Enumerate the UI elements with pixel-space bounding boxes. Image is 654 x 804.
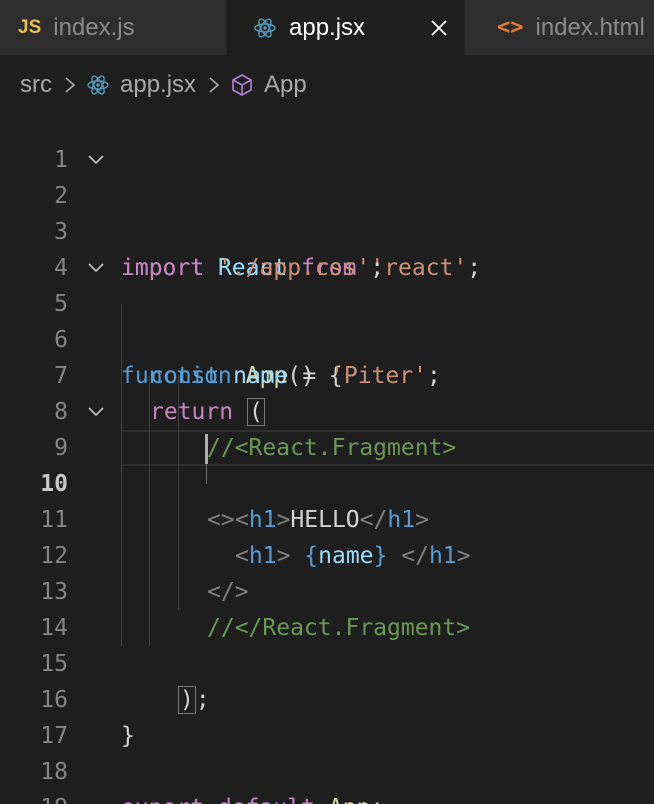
- code-line: 11 <h1> {name} </h1>: [0, 466, 654, 569]
- code-line: 3 import './app.css';: [0, 178, 654, 281]
- function-name: App: [329, 795, 371, 804]
- keyword: default: [218, 795, 315, 804]
- code-line: 19: [0, 754, 654, 804]
- code-line: 15 );: [0, 610, 654, 714]
- code-line: 12 </>: [0, 502, 654, 605]
- chevron-right-icon: [208, 76, 220, 94]
- tab-index-html[interactable]: <> index.html: [465, 0, 654, 55]
- code-line: 1: [0, 106, 654, 173]
- code-line: 5 function App() {: [0, 250, 654, 389]
- fold-chevron-icon[interactable]: [86, 260, 106, 276]
- fold-chevron-icon[interactable]: [86, 152, 106, 168]
- code-line: 17: [0, 682, 654, 749]
- react-icon: [86, 73, 110, 97]
- code-line: 4: [0, 214, 654, 281]
- breadcrumb-symbol[interactable]: App: [264, 71, 307, 99]
- code-editor[interactable]: 1 2 import React from 'react'; 3 import …: [0, 106, 654, 804]
- code-line: 9 <>: [0, 394, 654, 533]
- javascript-file-icon: JS: [18, 16, 42, 38]
- line-number: 19: [0, 790, 68, 804]
- code-line: 6 const name = 'Piter';: [0, 286, 654, 389]
- react-icon: [253, 16, 277, 40]
- tab-label: app.jsx: [289, 13, 366, 41]
- code-line: 10 <h1>HELLO</h1>: [0, 430, 654, 533]
- code-line: 16 }: [0, 646, 654, 749]
- code-line: 14: [0, 574, 654, 641]
- html-file-icon: <>: [497, 15, 524, 40]
- breadcrumb-folder[interactable]: src: [20, 71, 52, 99]
- tab-index-js[interactable]: JS index.js: [0, 0, 227, 55]
- chevron-right-icon: [64, 76, 76, 94]
- code-line: 18 export default App;: [0, 718, 654, 804]
- fold-chevron-icon[interactable]: [86, 404, 106, 420]
- tab-label: index.js: [53, 13, 135, 41]
- breadcrumb-file[interactable]: app.jsx: [120, 71, 196, 99]
- punctuation: ;: [370, 795, 384, 804]
- code-line: 7 return (: [0, 322, 654, 426]
- keyword: export: [121, 795, 204, 804]
- code-line: 2 import React from 'react';: [0, 142, 654, 281]
- tab-app-jsx[interactable]: app.jsx: [227, 0, 465, 55]
- editor-tab-bar: JS index.js app.jsx <> index.html: [0, 0, 654, 55]
- tab-label: index.html: [535, 13, 645, 41]
- component-cube-icon: [230, 73, 254, 97]
- close-icon[interactable]: [430, 19, 448, 37]
- code-line: 13 //</React.Fragment>: [0, 538, 654, 641]
- code-line: 8 //<React.Fragment>: [0, 358, 654, 461]
